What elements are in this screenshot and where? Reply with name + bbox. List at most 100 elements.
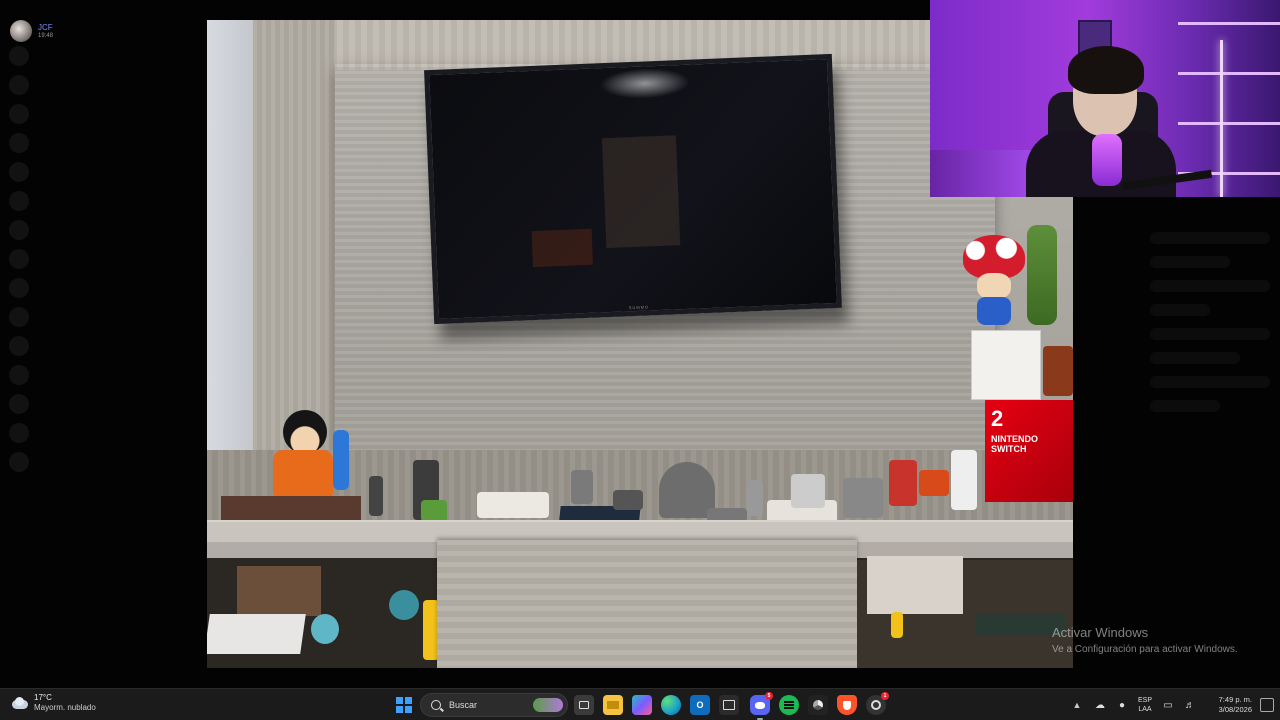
- browser-icon: [871, 700, 881, 710]
- tv-brand-logo: SUMMO: [628, 304, 650, 311]
- windows-logo-icon: [396, 706, 403, 713]
- user-name: JCF: [38, 22, 53, 32]
- obs-button[interactable]: [808, 695, 828, 715]
- plush-toy: [311, 614, 339, 644]
- book-stack: [221, 496, 361, 522]
- task-view-button[interactable]: [574, 695, 594, 715]
- lego-ship: [477, 492, 549, 518]
- nintendo-switch-box: 2 NINTENDO SWITCH: [985, 400, 1073, 502]
- webcam-overlay: [930, 0, 1280, 197]
- switch-label: NINTENDO SWITCH: [991, 434, 1038, 454]
- activate-title: Activar Windows: [1052, 625, 1149, 640]
- led-shelf: [1178, 0, 1280, 197]
- system-tray: ▲ ☁ ● ESP LAA ▭ ♬ 7:49 p. m. 3/08/2026: [1072, 689, 1280, 720]
- outlook-icon: O: [696, 700, 704, 710]
- brave-button[interactable]: [837, 695, 857, 715]
- store-button[interactable]: [719, 695, 739, 715]
- clock[interactable]: 7:49 p. m. 3/08/2026: [1206, 695, 1252, 715]
- taskbar: 17°C Mayorm. nublado Buscar O 5 1 ▲ ☁ ● …: [0, 688, 1280, 720]
- outlook-button[interactable]: O: [690, 695, 710, 715]
- volume-icon[interactable]: ♬: [1184, 699, 1196, 711]
- copilot-button[interactable]: [632, 695, 652, 715]
- brave-icon: [843, 700, 851, 710]
- taskbar-search[interactable]: Buscar: [420, 693, 568, 717]
- search-icon: [431, 700, 441, 710]
- activate-windows-watermark: Activar Windows Ve a Configuración para …: [1052, 625, 1238, 657]
- discord-icon: [755, 701, 765, 709]
- search-highlight-icon: [533, 698, 563, 712]
- lego-figure: [571, 470, 593, 504]
- start-button[interactable]: [396, 697, 412, 713]
- browser-button[interactable]: 1: [866, 692, 889, 715]
- tv-glare: [599, 66, 691, 101]
- cloud-icon: [12, 697, 28, 709]
- activate-subtitle: Ve a Configuración para activar Windows.: [1052, 644, 1238, 655]
- tv-reflection: [531, 228, 594, 268]
- discord-chat-area: [1140, 220, 1280, 660]
- book-row: [237, 566, 321, 616]
- task-view-icon: [579, 701, 589, 709]
- desktop: JCF 19:48 SUMMO 2 NINTENDO SWITCH Activa…: [0, 0, 1280, 720]
- led-strip: [1220, 40, 1223, 197]
- lego-figure: [843, 478, 883, 518]
- windows-logo-icon: [405, 706, 412, 713]
- wall-panel-side: [253, 20, 335, 460]
- discord-badge: 5: [765, 692, 773, 700]
- streamer-hair: [1068, 46, 1144, 94]
- discord-button[interactable]: 5: [750, 692, 773, 720]
- spotify-icon: [784, 704, 794, 706]
- discord-server-sidebar: [0, 40, 38, 650]
- switch-label-line1: NINTENDO: [991, 434, 1038, 444]
- lego-figure: [891, 612, 903, 638]
- controller-box: [867, 556, 963, 614]
- edge-button[interactable]: [661, 695, 681, 715]
- notification-icon[interactable]: [1260, 698, 1274, 712]
- white-box: [207, 614, 306, 654]
- lego-figure: [747, 480, 763, 516]
- switch-label-line2: SWITCH: [991, 444, 1027, 454]
- lego-figure: [919, 470, 949, 496]
- obs-icon: [813, 700, 823, 710]
- onedrive-icon[interactable]: ☁: [1094, 699, 1106, 711]
- weather-temp: 17°C: [34, 693, 52, 702]
- search-placeholder: Buscar: [449, 700, 478, 710]
- windows-logo-icon: [396, 697, 403, 704]
- lego-figure: [951, 450, 977, 510]
- lego-figure: [421, 500, 447, 522]
- lego-figure: [613, 490, 643, 510]
- browser-badge: 1: [881, 692, 889, 700]
- plush-toy: [389, 590, 419, 620]
- lego-figure: [791, 474, 825, 508]
- file-explorer-button[interactable]: [603, 695, 623, 715]
- folder-icon: [607, 701, 619, 709]
- drawer: [437, 540, 857, 668]
- user-time: 19:48: [38, 32, 54, 39]
- lego-figure: [369, 476, 383, 516]
- weather-widget[interactable]: 17°C Mayorm. nublado: [12, 693, 96, 713]
- spotify-button[interactable]: [779, 695, 799, 715]
- clock-date: 3/08/2026: [1218, 705, 1252, 714]
- chevron-up-icon[interactable]: ▲: [1072, 700, 1082, 710]
- television: SUMMO: [424, 53, 842, 325]
- master-chief-figure: [1027, 225, 1057, 325]
- keyboard: [930, 150, 1040, 197]
- clock-time: 7:49 p. m.: [1218, 695, 1252, 704]
- shelf-top: [207, 520, 1073, 542]
- network-icon[interactable]: ▭: [1162, 699, 1174, 711]
- goku-figure: [263, 410, 353, 510]
- discord-channel-list: [40, 40, 200, 650]
- store-icon: [723, 700, 735, 710]
- weather-condition: Mayorm. nublado: [34, 703, 96, 712]
- microphone: [1092, 134, 1122, 186]
- language-code: ESP: [1137, 697, 1152, 704]
- user-avatar: [10, 20, 32, 42]
- windows-logo-icon: [405, 697, 412, 704]
- switch-2-number: 2: [991, 406, 1004, 431]
- lego-figure: [889, 460, 917, 506]
- language-indicator[interactable]: ESP LAA: [1138, 696, 1152, 714]
- funko-pop-box: [971, 330, 1041, 400]
- keyboard-layout: LAA: [1138, 706, 1152, 713]
- pixel-figure: [1043, 346, 1073, 396]
- microphone-icon[interactable]: ●: [1116, 699, 1128, 711]
- tv-reflection: [601, 135, 681, 249]
